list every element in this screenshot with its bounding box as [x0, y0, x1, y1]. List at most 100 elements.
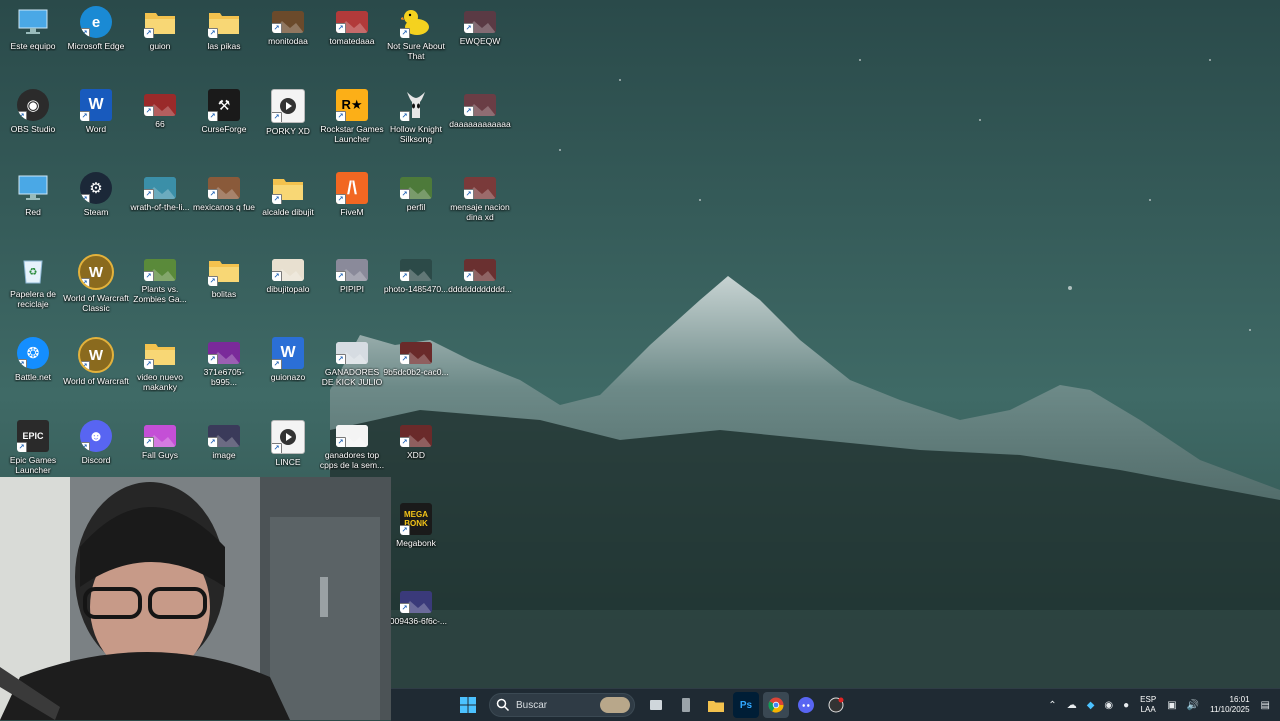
desktop-icon-label: dddddddddddd...: [448, 284, 512, 294]
shortcut-arrow-icon: ↗: [208, 354, 218, 364]
desktop-icon-label: Papelera de reciclaje: [10, 289, 56, 309]
desktop-icon-not-sure-about-that[interactable]: ↗ Not Sure About That: [383, 2, 449, 82]
desktop-icon-fivem[interactable]: /\ ↗ FiveM: [319, 168, 385, 248]
desktop-icon-este-equipo[interactable]: Este equipo: [0, 2, 66, 82]
desktop-icon-guion[interactable]: ↗ guion: [127, 2, 193, 82]
taskbar-obs[interactable]: [823, 692, 849, 718]
photo-icon: ↗: [272, 11, 304, 33]
photo-icon: ↗: [400, 425, 432, 447]
shortcut-arrow-icon: ↗: [400, 271, 410, 281]
svg-text:♻: ♻: [29, 267, 38, 278]
desktop-icon-world-of-warcraft-classic[interactable]: W ↗ World of Warcraft Classic: [63, 250, 129, 330]
shortcut-arrow-icon: ↗: [208, 111, 218, 121]
shortcut-arrow-icon: ↗: [17, 442, 27, 452]
taskbar-terminal[interactable]: [673, 692, 699, 718]
desktop-icon-red[interactable]: Red: [0, 168, 66, 248]
desktop-icon-label: EWQEQW: [459, 36, 501, 46]
security-icon[interactable]: ◆: [1087, 700, 1095, 711]
desktop-icon-label: 66: [155, 119, 165, 129]
shortcut-arrow-icon: ↗: [144, 437, 154, 447]
desktop-icon-battle-net[interactable]: ❂ ↗ Battle.net: [0, 333, 66, 413]
desktop-icon-megabonk[interactable]: MEGA BONK ↗ Megabonk: [383, 499, 449, 579]
EPIC-icon: EPIC ↗: [17, 420, 49, 452]
rockstar-icon: R★ ↗: [336, 89, 368, 121]
desktop-icon-porky-xd[interactable]: ↗ PORKY XD: [255, 85, 321, 165]
desktop-icon-rockstar-games-launcher[interactable]: R★ ↗ Rockstar Games Launcher: [319, 85, 385, 165]
taskbar-discord[interactable]: [793, 692, 819, 718]
notification-icon[interactable]: ▤: [1261, 700, 1270, 711]
task-view-button[interactable]: [643, 692, 669, 718]
desktop-icon-371e6705-b995[interactable]: ↗ 371e6705-b995...: [191, 333, 257, 413]
shortcut-arrow-icon: ↗: [80, 442, 90, 452]
taskbar-chrome[interactable]: [763, 692, 789, 718]
desktop-icon-word[interactable]: W ↗ Word: [63, 85, 129, 165]
desktop-icon-las-pikas[interactable]: ↗ las pikas: [191, 2, 257, 82]
desktop-icon-label: 5009436-6f6c-...: [385, 616, 447, 626]
shortcut-arrow-icon: ↗: [80, 28, 90, 38]
chevron-up-icon[interactable]: ⌃: [1048, 700, 1056, 711]
desktop-icon-label: ganadores top cpps de la sem...: [319, 450, 385, 470]
shortcut-arrow-icon: ↗: [80, 278, 90, 288]
desktop-icon-dddddddddddd[interactable]: ↗ dddddddddddd...: [447, 250, 513, 330]
desktop-icon-label: FiveM: [340, 207, 364, 217]
volume-icon[interactable]: 🔊: [1187, 700, 1199, 711]
shortcut-arrow-icon: ↗: [464, 189, 474, 199]
desktop-icon-wrath-of-the-li[interactable]: ↗ wrath-of-the-li...: [127, 168, 193, 248]
taskbar-search[interactable]: Buscar: [489, 693, 635, 717]
taskbar-photoshop[interactable]: Ps: [733, 692, 759, 718]
language-indicator[interactable]: ESP LAA: [1140, 695, 1156, 715]
desktop-icon-66[interactable]: ↗ 66: [127, 85, 193, 165]
photo-icon: ↗: [400, 177, 432, 199]
desktop-icon-label: OBS Studio: [10, 124, 56, 134]
desktop-icon-monitodaa[interactable]: ↗ monitodaa: [255, 2, 321, 82]
desktop-icon-photo-1485470[interactable]: ↗ photo-1485470...: [383, 250, 449, 330]
search-highlight-icon: [600, 697, 630, 713]
desktop-icon-label: PIPIPI: [339, 284, 365, 294]
desktop-icon-perfil[interactable]: ↗ perfil: [383, 168, 449, 248]
wifi-icon[interactable]: ◉: [1104, 700, 1113, 711]
desktop-icon-bolitas[interactable]: ↗ bolitas: [191, 250, 257, 330]
photo-icon: ↗: [144, 425, 176, 447]
desktop-icon-mexicanos-q-fue[interactable]: ↗ mexicanos q fue: [191, 168, 257, 248]
desktop-icon-5009436-6f6c[interactable]: ↗ 5009436-6f6c-...: [383, 582, 449, 662]
desktop-icon-label: mensaje nacion dina xd: [450, 202, 510, 222]
desktop-icon-microsoft-edge[interactable]: e ↗ Microsoft Edge: [63, 2, 129, 82]
photo-icon: ↗: [208, 425, 240, 447]
start-button[interactable]: [455, 692, 481, 718]
desktop-icon-obs-studio[interactable]: ◉ ↗ OBS Studio: [0, 85, 66, 165]
desktop-icon-ewqeqw[interactable]: ↗ EWQEQW: [447, 2, 513, 82]
desktop-icon-papelera-de-reciclaje[interactable]: ♻ Papelera de reciclaje: [0, 250, 66, 330]
desktop-icon-video-nuevo-makanky[interactable]: ↗ video nuevo makanky: [127, 333, 193, 413]
desktop-icon-label: Battle.net: [15, 372, 51, 382]
recycle-icon: ♻: [17, 254, 49, 286]
microphone-icon[interactable]: ●: [1123, 700, 1129, 711]
wow-icon: W ↗: [78, 337, 114, 373]
discord-icon: ☻ ↗: [80, 420, 112, 452]
desktop-icon-steam[interactable]: ⚙ ↗ Steam: [63, 168, 129, 248]
desktop-icon-label: PORKY XD: [266, 126, 310, 136]
desktop-icon-dibujitopalo[interactable]: ↗ dibujitopalo: [255, 250, 321, 330]
desktop-icon-hollow-knight-silksong[interactable]: ↗ Hollow Knight Silksong: [383, 85, 449, 165]
shortcut-arrow-icon: ↗: [400, 189, 410, 199]
task-view-icon: [650, 700, 662, 710]
desktop-icon-daaaaaaaaaaaa[interactable]: ↗ daaaaaaaaaaaa: [447, 85, 513, 165]
desktop-icon-world-of-warcraft[interactable]: W ↗ World of Warcraft: [63, 333, 129, 413]
desktop-icon-xdd[interactable]: ↗ XDD: [383, 416, 449, 496]
taskbar-file-explorer[interactable]: [703, 692, 729, 718]
desktop-icon-label: wrath-of-the-li...: [130, 202, 190, 212]
shortcut-arrow-icon: ↗: [400, 437, 410, 447]
clock[interactable]: 16:01 11/10/2025: [1210, 695, 1249, 715]
desktop-icon-alcalde-dibujit[interactable]: ↗ alcalde dibujit: [255, 168, 321, 248]
desktop-icon-tomatedaaa[interactable]: ↗ tomatedaaa: [319, 2, 385, 82]
desktop-icon-ganadores-de-kick-julio[interactable]: ↗ GANADORES DE KICK JULIO: [319, 333, 385, 413]
photo-icon: ↗: [400, 591, 432, 613]
desktop-icon-curseforge[interactable]: ⚒ ↗ CurseForge: [191, 85, 257, 165]
steam-icon: ⚙ ↗: [80, 172, 112, 204]
desktop-icon-mensaje-nacion-dina-xd[interactable]: ↗ mensaje nacion dina xd: [447, 168, 513, 248]
desktop-icon-pipipi[interactable]: ↗ PIPIPI: [319, 250, 385, 330]
desktop-icon-plants-vs-zombies-ga[interactable]: ↗ Plants vs. Zombies Ga...: [127, 250, 193, 330]
onedrive-icon[interactable]: ☁: [1067, 700, 1077, 711]
network-icon[interactable]: ▣: [1167, 700, 1176, 711]
desktop-icon-guionazo[interactable]: W ↗ guionazo: [255, 333, 321, 413]
desktop-icon-9b5dc0b2-cac0[interactable]: ↗ 9b5dc0b2-cac0...: [383, 333, 449, 413]
